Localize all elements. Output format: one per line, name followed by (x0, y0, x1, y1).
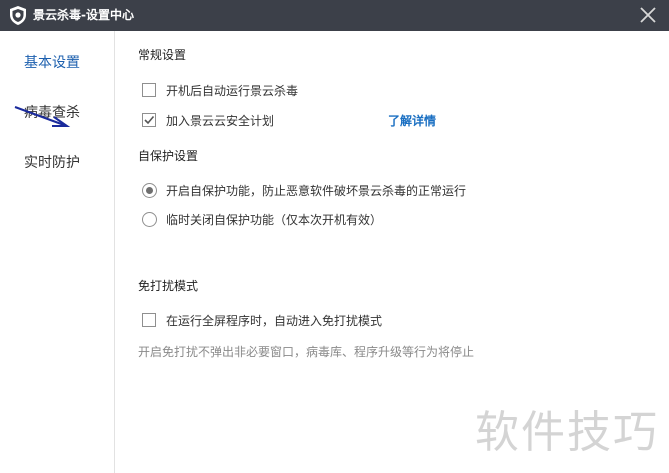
option-do-not-disturb[interactable]: 在运行全屏程序时，自动进入免打扰模式 (142, 312, 382, 328)
arrow-annotation-icon (14, 106, 71, 127)
autostart-label: 开机后自动运行景云杀毒 (166, 83, 299, 98)
option-enable-self-protect[interactable]: 开启自保护功能，防止恶意软件破坏景云杀毒的正常运行 (142, 182, 466, 198)
do-not-disturb-label: 在运行全屏程序时，自动进入免打扰模式 (166, 313, 383, 328)
section-title-general: 常规设置 (138, 48, 187, 62)
do-not-disturb-checkbox[interactable] (142, 313, 156, 327)
section-title-self-protect: 自保护设置 (138, 149, 199, 163)
option-cloud-security[interactable]: 加入景云云安全计划 (142, 112, 274, 128)
cloud-security-label: 加入景云云安全计划 (166, 113, 275, 128)
option-autostart[interactable]: 开机后自动运行景云杀毒 (142, 82, 298, 98)
watermark-text: 软件技巧 (475, 407, 659, 458)
sidebar-item-basic-settings[interactable]: 基本设置 (24, 52, 80, 72)
section-title-do-not-disturb: 免打扰模式 (138, 279, 199, 293)
cloud-security-checkbox[interactable] (142, 113, 156, 127)
sidebar: 基本设置 病毒查杀 实时防护 (0, 31, 115, 473)
do-not-disturb-hint: 开启免打扰不弹出非必要窗口，病毒库、程序升级等行为将停止 (138, 345, 475, 359)
window-title: 景云杀毒-设置中心 (33, 8, 134, 22)
sidebar-item-realtime-protection[interactable]: 实时防护 (24, 152, 80, 172)
radio-selected-dot (146, 186, 153, 194)
disable-self-protect-radio[interactable] (142, 211, 157, 227)
option-disable-self-protect[interactable]: 临时关闭自保护功能（仅本次开机有效） (142, 211, 382, 227)
enable-self-protect-label: 开启自保护功能，防止恶意软件破坏景云杀毒的正常运行 (166, 183, 467, 198)
enable-self-protect-radio[interactable] (142, 182, 157, 198)
checkmark-icon (144, 115, 155, 125)
close-icon[interactable] (637, 4, 659, 26)
disable-self-protect-label: 临时关闭自保护功能（仅本次开机有效） (166, 212, 383, 227)
learn-more-link[interactable]: 了解详情 (388, 112, 436, 129)
shield-logo-icon (10, 6, 26, 25)
title-bar: 景云杀毒-设置中心 (0, 0, 669, 31)
autostart-checkbox[interactable] (142, 83, 156, 97)
